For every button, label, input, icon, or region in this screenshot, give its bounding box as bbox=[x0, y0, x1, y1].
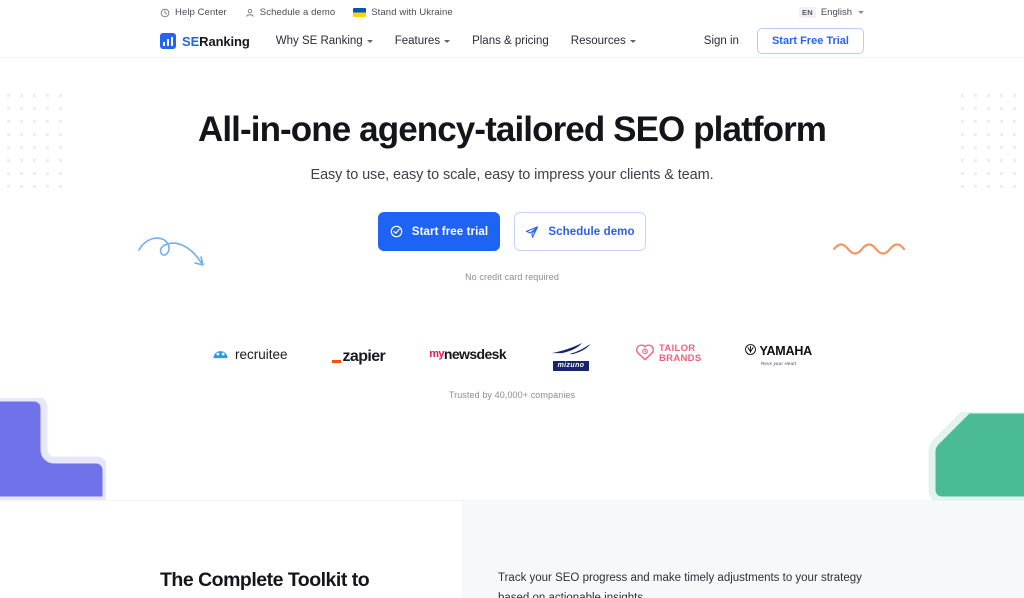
mynewsdesk-prefix: my bbox=[429, 348, 444, 361]
zapier-label: zapier bbox=[342, 348, 386, 366]
brand-logo-mynewsdesk: my newsdesk bbox=[429, 342, 506, 366]
tailor-line2: BRANDS bbox=[659, 353, 702, 365]
nav-item-resources[interactable]: Resources bbox=[571, 35, 636, 47]
yamaha-tagline: Revs your Heart bbox=[760, 361, 797, 367]
mizuno-bird-icon bbox=[550, 342, 592, 360]
hero-cta-row: Start free trial Schedule demo bbox=[0, 212, 1024, 252]
start-free-trial-cta-label: Start free trial bbox=[411, 225, 489, 238]
brand-logo-tailor-brands: TAILOR BRANDS bbox=[636, 342, 701, 366]
green-blob-decoration bbox=[912, 406, 1024, 504]
brand-logo-recruitee: recruitee bbox=[212, 342, 288, 366]
chevron-down-icon bbox=[444, 39, 451, 43]
language-selector[interactable]: EN English bbox=[799, 7, 864, 18]
nav-label: Why SE Ranking bbox=[275, 35, 363, 47]
yamaha-tuning-forks-icon bbox=[745, 342, 757, 360]
nav-item-plans-pricing[interactable]: Plans & pricing bbox=[472, 35, 549, 47]
nav-label: Resources bbox=[570, 35, 626, 47]
mynewsdesk-label: newsdesk bbox=[443, 346, 507, 363]
utility-links: Help Center Schedule a demo Stand with U… bbox=[160, 7, 453, 18]
mizuno-label: mizuno bbox=[552, 361, 590, 371]
tailor-brands-mark-icon bbox=[636, 343, 655, 366]
sign-in-link[interactable]: Sign in bbox=[704, 35, 739, 47]
paper-plane-icon bbox=[525, 225, 539, 239]
language-code: EN bbox=[799, 7, 816, 18]
main-navigation: SERanking Why SE Ranking Features Plans … bbox=[0, 25, 1024, 58]
logo-se-text: SE bbox=[182, 33, 200, 49]
stand-with-ukraine-link[interactable]: Stand with Ukraine bbox=[353, 7, 453, 18]
brand-logo-yamaha: YAMAHA Revs your Heart bbox=[745, 342, 812, 366]
purple-blob-decoration bbox=[0, 394, 110, 504]
toolkit-section: The Complete Toolkit to Track your SEO p… bbox=[0, 500, 1024, 598]
nav-items: Why SE Ranking Features Plans & pricing … bbox=[276, 35, 636, 47]
trusted-brand-logos: recruitee zapier my newsdesk mizuno TAIL… bbox=[0, 342, 1024, 371]
stand-with-ukraine-label: Stand with Ukraine bbox=[371, 7, 453, 18]
toolkit-heading-panel: The Complete Toolkit to bbox=[0, 501, 462, 598]
yamaha-row: YAMAHA bbox=[745, 342, 812, 360]
check-circle-icon bbox=[390, 225, 403, 238]
chevron-down-icon bbox=[858, 11, 864, 14]
recruitee-label: recruitee bbox=[235, 346, 288, 362]
schedule-demo-cta-button[interactable]: Schedule demo bbox=[514, 212, 646, 252]
recruitee-mark-icon bbox=[212, 345, 229, 363]
nav-actions: Sign in Start Free Trial bbox=[704, 28, 864, 54]
ukraine-flag-icon bbox=[353, 8, 367, 17]
schedule-demo-link[interactable]: Schedule a demo bbox=[245, 7, 335, 18]
utility-bar: Help Center Schedule a demo Stand with U… bbox=[0, 0, 1024, 25]
zapier-dash-icon bbox=[331, 360, 341, 364]
trusted-by-text: Trusted by 40,000+ companies bbox=[448, 390, 576, 401]
hero-section: All-in-one agency-tailored SEO platform … bbox=[0, 58, 1024, 282]
language-name: English bbox=[820, 7, 852, 18]
schedule-demo-label: Schedule a demo bbox=[259, 7, 336, 18]
person-icon bbox=[245, 8, 255, 18]
brand-logo-mizuno: mizuno bbox=[550, 342, 592, 371]
help-center-label: Help Center bbox=[175, 7, 227, 18]
bar-chart-logo-icon bbox=[160, 33, 176, 49]
chevron-down-icon bbox=[366, 39, 373, 43]
hero-subheading: Easy to use, easy to scale, easy to impr… bbox=[310, 167, 714, 184]
page-title: All-in-one agency-tailored SEO platform bbox=[197, 110, 827, 149]
brand-logo-zapier: zapier bbox=[331, 342, 386, 366]
chevron-down-icon bbox=[629, 39, 636, 43]
tailor-brands-label: TAILOR BRANDS bbox=[659, 344, 701, 364]
logo-text: SERanking bbox=[182, 34, 250, 49]
no-credit-card-note: No credit card required bbox=[465, 272, 559, 283]
logo-ranking-text: Ranking bbox=[199, 33, 250, 49]
landing-page: Help Center Schedule a demo Stand with U… bbox=[0, 0, 1024, 598]
nav-label: Features bbox=[394, 35, 441, 47]
schedule-demo-cta-label: Schedule demo bbox=[548, 225, 635, 238]
start-free-trial-button[interactable]: Start Free Trial bbox=[756, 28, 864, 54]
clock-icon bbox=[160, 8, 170, 18]
nav-item-why-se-ranking[interactable]: Why SE Ranking bbox=[276, 35, 373, 47]
start-free-trial-cta-button[interactable]: Start free trial bbox=[378, 212, 500, 252]
toolkit-heading: The Complete Toolkit to bbox=[160, 569, 370, 591]
nav-item-features[interactable]: Features bbox=[394, 35, 451, 47]
se-ranking-logo[interactable]: SERanking bbox=[160, 33, 250, 49]
toolkit-description-panel: Track your SEO progress and make timely … bbox=[462, 501, 1024, 598]
help-center-link[interactable]: Help Center bbox=[160, 7, 227, 18]
toolkit-paragraph: Track your SEO progress and make timely … bbox=[498, 572, 862, 598]
yamaha-label: YAMAHA bbox=[759, 344, 812, 359]
nav-label: Plans & pricing bbox=[472, 35, 549, 47]
